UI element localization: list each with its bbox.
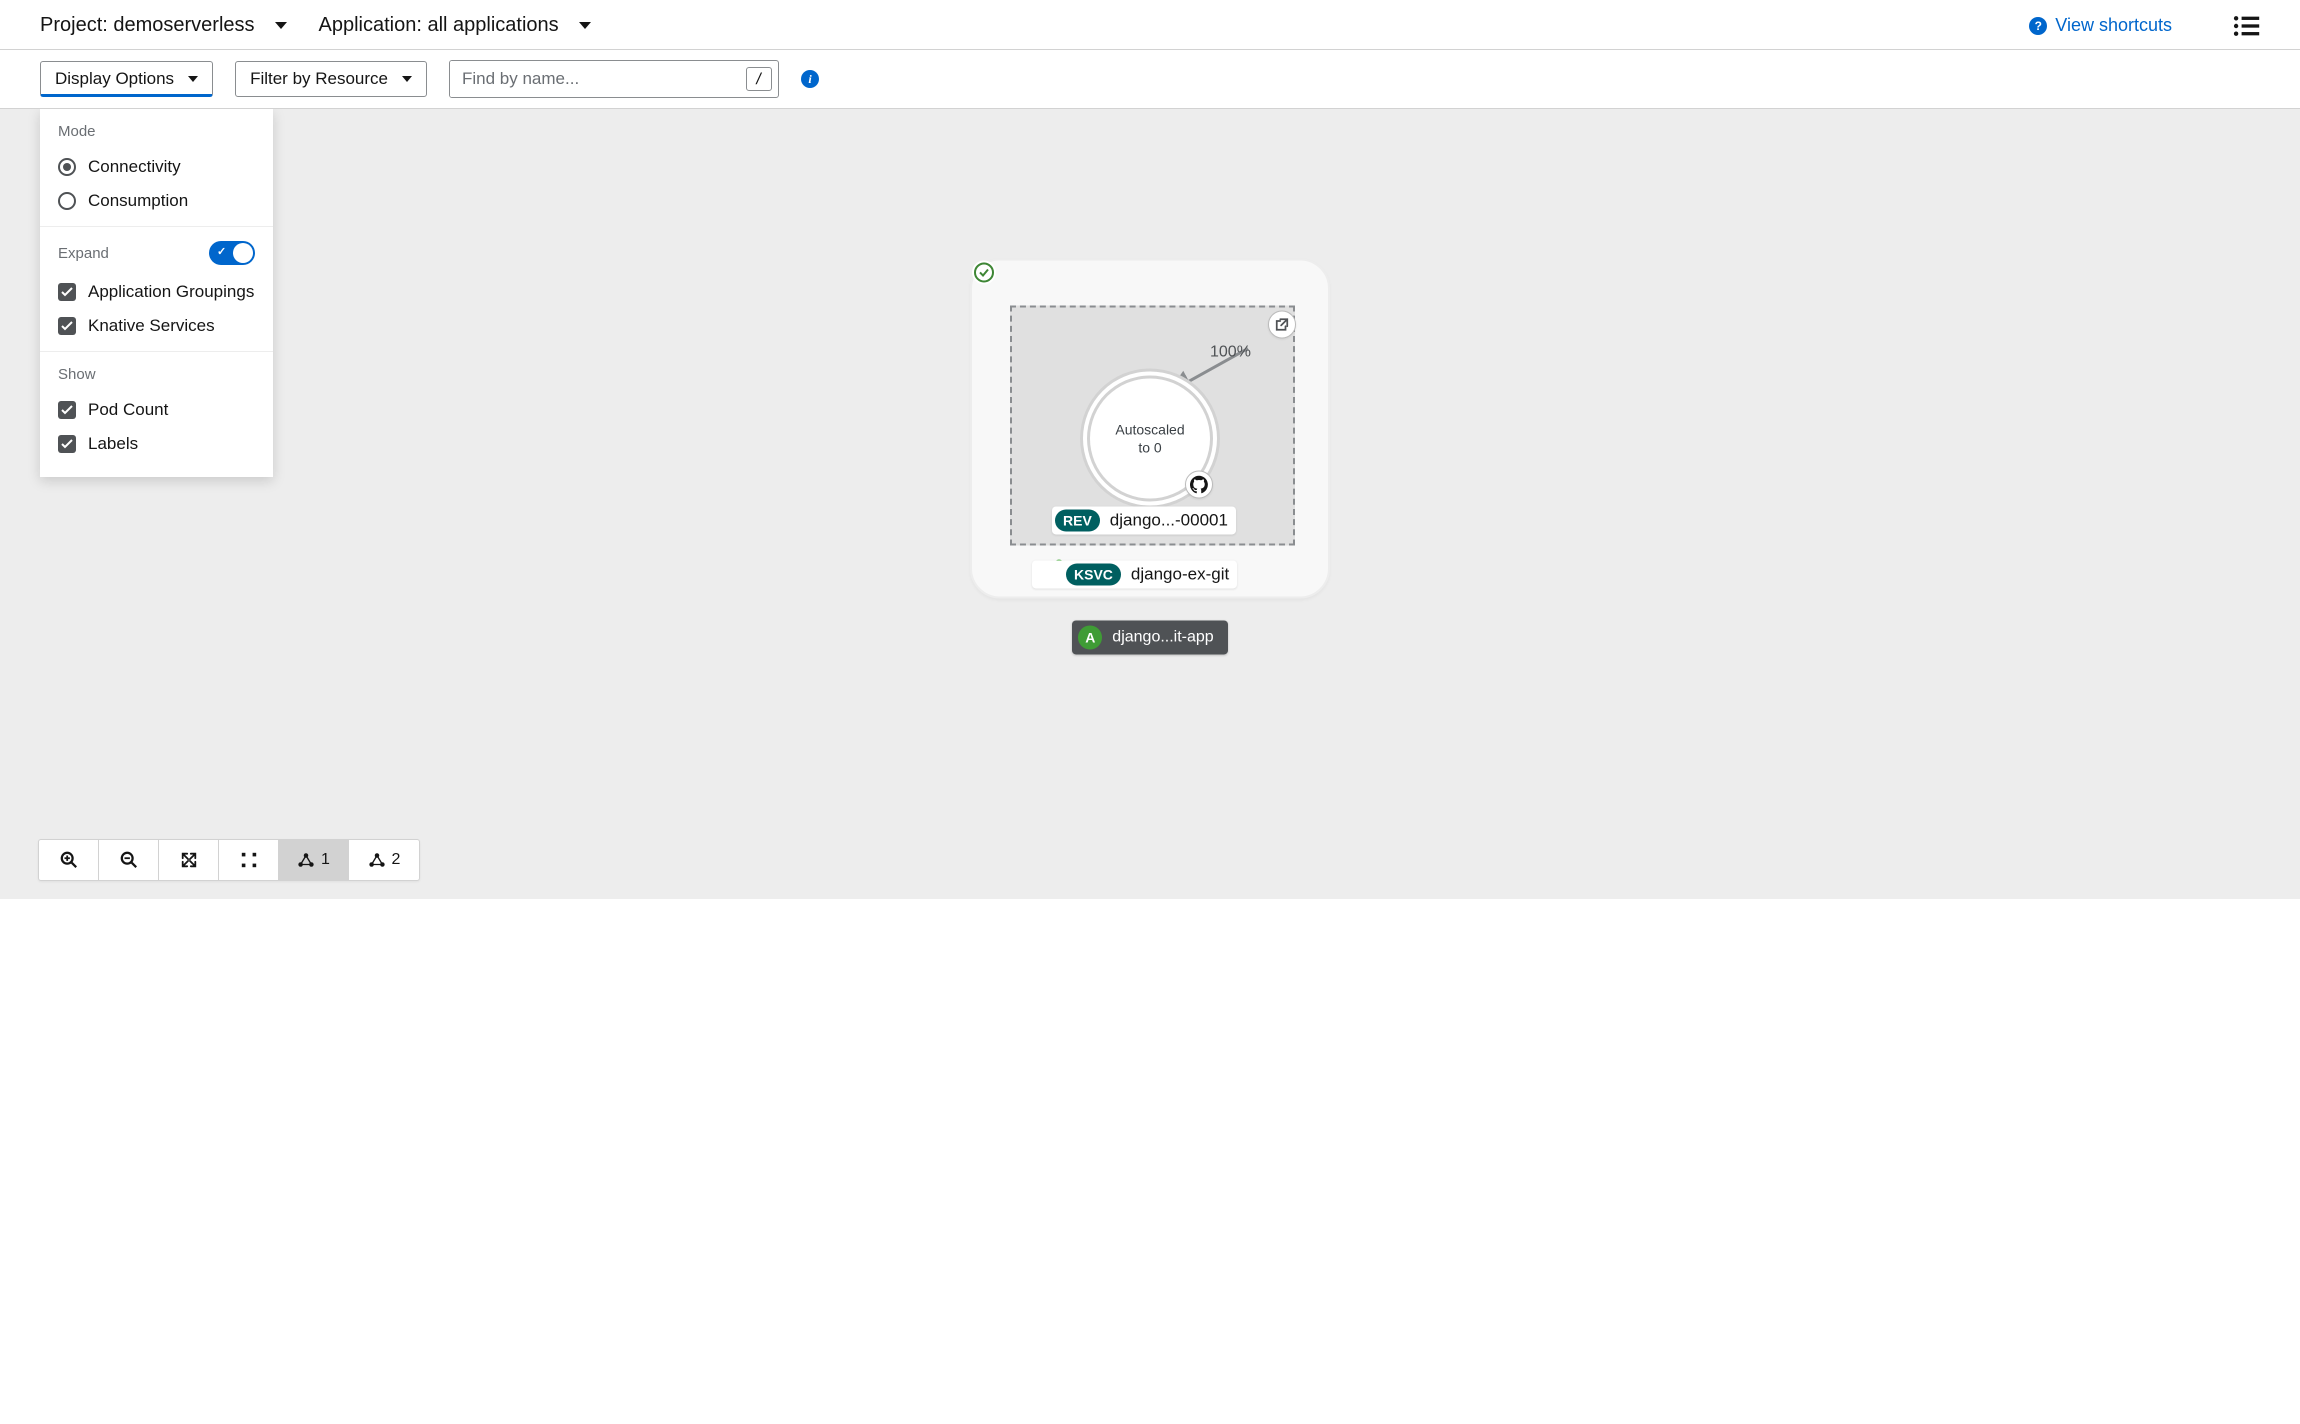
show-item-label: Pod Count [88,400,168,420]
traffic-percent-label: 100% [1210,343,1251,361]
topology-toolbar: Display Options Filter by Resource / i [0,50,2300,109]
application-label[interactable]: A django...it-app [1072,620,1227,654]
show-heading: Show [58,366,255,383]
expand-icon [240,851,258,869]
project-selector-label: Project: demoserverless [40,14,255,37]
revision-label[interactable]: REV django...-00001 [1052,506,1236,534]
find-by-name-wrap: / [449,60,779,98]
pod-status-text: Autoscaled to 0 [1115,420,1184,456]
caret-down-icon [275,22,287,29]
mode-option-consumption[interactable]: Consumption [58,184,255,218]
zoom-out-button[interactable] [99,840,159,880]
layout2-count: 2 [392,851,401,869]
show-labels[interactable]: Labels [58,427,255,461]
zoom-out-icon [120,851,138,869]
topology-layout-icon [368,851,386,869]
caret-down-icon [579,22,591,29]
application-badge: A [1078,625,1102,649]
display-options-label: Display Options [55,69,174,89]
application-name: django...it-app [1112,628,1213,646]
checkbox-icon [58,401,76,419]
layout1-count: 1 [321,851,330,869]
ksvc-label[interactable]: KSVC django-ex-git [1032,560,1237,588]
expand-application-groupings[interactable]: Application Groupings [58,275,255,309]
mode-option-connectivity[interactable]: Connectivity [58,150,255,184]
mode-heading: Mode [58,123,255,140]
revision-badge: REV [1055,509,1100,531]
show-pod-count[interactable]: Pod Count [58,393,255,427]
view-shortcuts-link[interactable]: ? View shortcuts [2029,15,2172,36]
show-item-label: Labels [88,434,138,454]
ksvc-name: django-ex-git [1131,564,1229,584]
fit-to-screen-button[interactable] [159,840,219,880]
expand-item-label: Knative Services [88,316,215,336]
project-bar: Project: demoserverless Application: all… [0,0,2300,50]
filter-by-resource-button[interactable]: Filter by Resource [235,61,427,97]
list-view-icon[interactable] [2232,15,2260,37]
mode-option-label: Connectivity [88,157,181,177]
caret-down-icon [402,76,412,82]
filter-label: Filter by Resource [250,69,388,89]
application-selector-label: Application: all applications [319,14,559,37]
check-circle-icon [974,262,994,282]
view-shortcuts-label: View shortcuts [2055,15,2172,36]
zoom-in-icon [60,851,78,869]
find-shortcut-hint: / [746,67,772,91]
checkbox-icon [58,317,76,335]
expand-toggle[interactable] [209,241,255,265]
knative-service-group[interactable]: 100% Autoscaled to 0 [970,258,1330,598]
topology-canvas[interactable]: Mode Connectivity Consumption Expand App… [0,109,2300,899]
layout-option-2[interactable]: 2 [349,840,419,880]
display-options-panel: Mode Connectivity Consumption Expand App… [40,109,273,477]
checkbox-icon [58,435,76,453]
source-decorator[interactable] [1185,470,1213,498]
expand-arrows-icon [180,851,198,869]
radio-icon [58,192,76,210]
expand-item-label: Application Groupings [88,282,254,302]
ksvc-badge: KSVC [1066,563,1121,585]
caret-down-icon [188,76,198,82]
display-options-button[interactable]: Display Options [40,61,213,97]
application-group: 100% Autoscaled to 0 [970,258,1330,654]
topology-layout-icon [297,851,315,869]
expand-heading: Expand [58,245,109,262]
application-selector[interactable]: Application: all applications [319,14,591,37]
layout-option-1[interactable]: 1 [279,840,349,880]
revision-name: django...-00001 [1110,510,1228,530]
zoom-in-button[interactable] [39,840,99,880]
info-icon[interactable]: i [801,70,819,88]
reset-view-button[interactable] [219,840,279,880]
mode-option-label: Consumption [88,191,188,211]
expand-knative-services[interactable]: Knative Services [58,309,255,343]
find-by-name-input[interactable] [450,61,746,97]
project-selector[interactable]: Project: demoserverless [40,14,287,37]
open-url-decorator[interactable] [1268,310,1296,338]
help-icon: ? [2029,17,2047,35]
radio-icon [58,158,76,176]
canvas-controls: 1 2 [38,839,420,881]
github-icon [1190,475,1208,493]
checkbox-icon [58,283,76,301]
external-link-icon [1275,317,1289,331]
status-decorator [972,260,996,284]
